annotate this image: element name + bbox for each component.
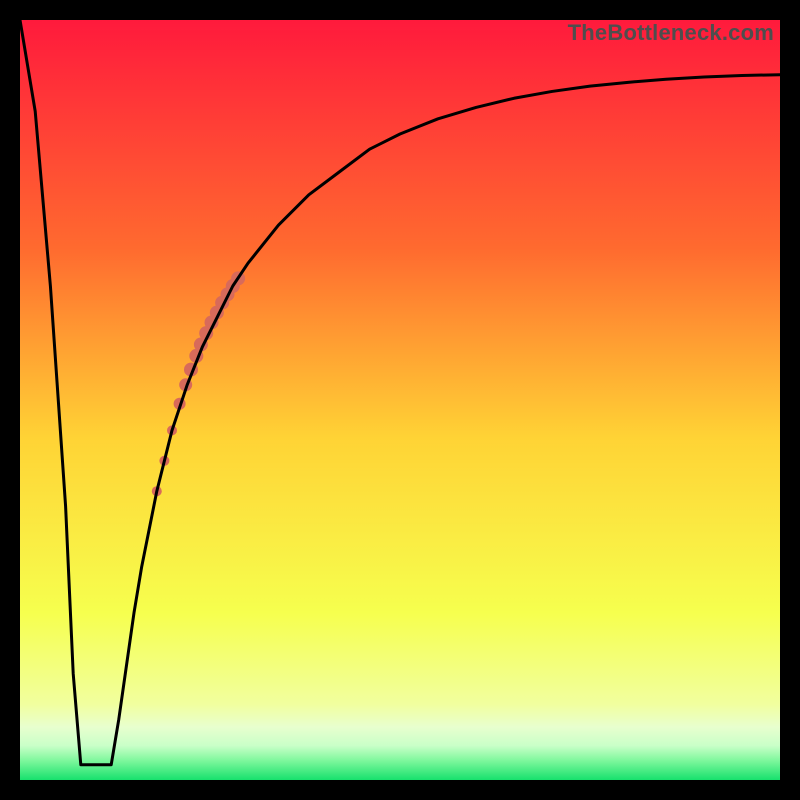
- plot-area: TheBottleneck.com: [20, 20, 780, 780]
- chart-svg: [20, 20, 780, 780]
- watermark-text: TheBottleneck.com: [568, 20, 774, 46]
